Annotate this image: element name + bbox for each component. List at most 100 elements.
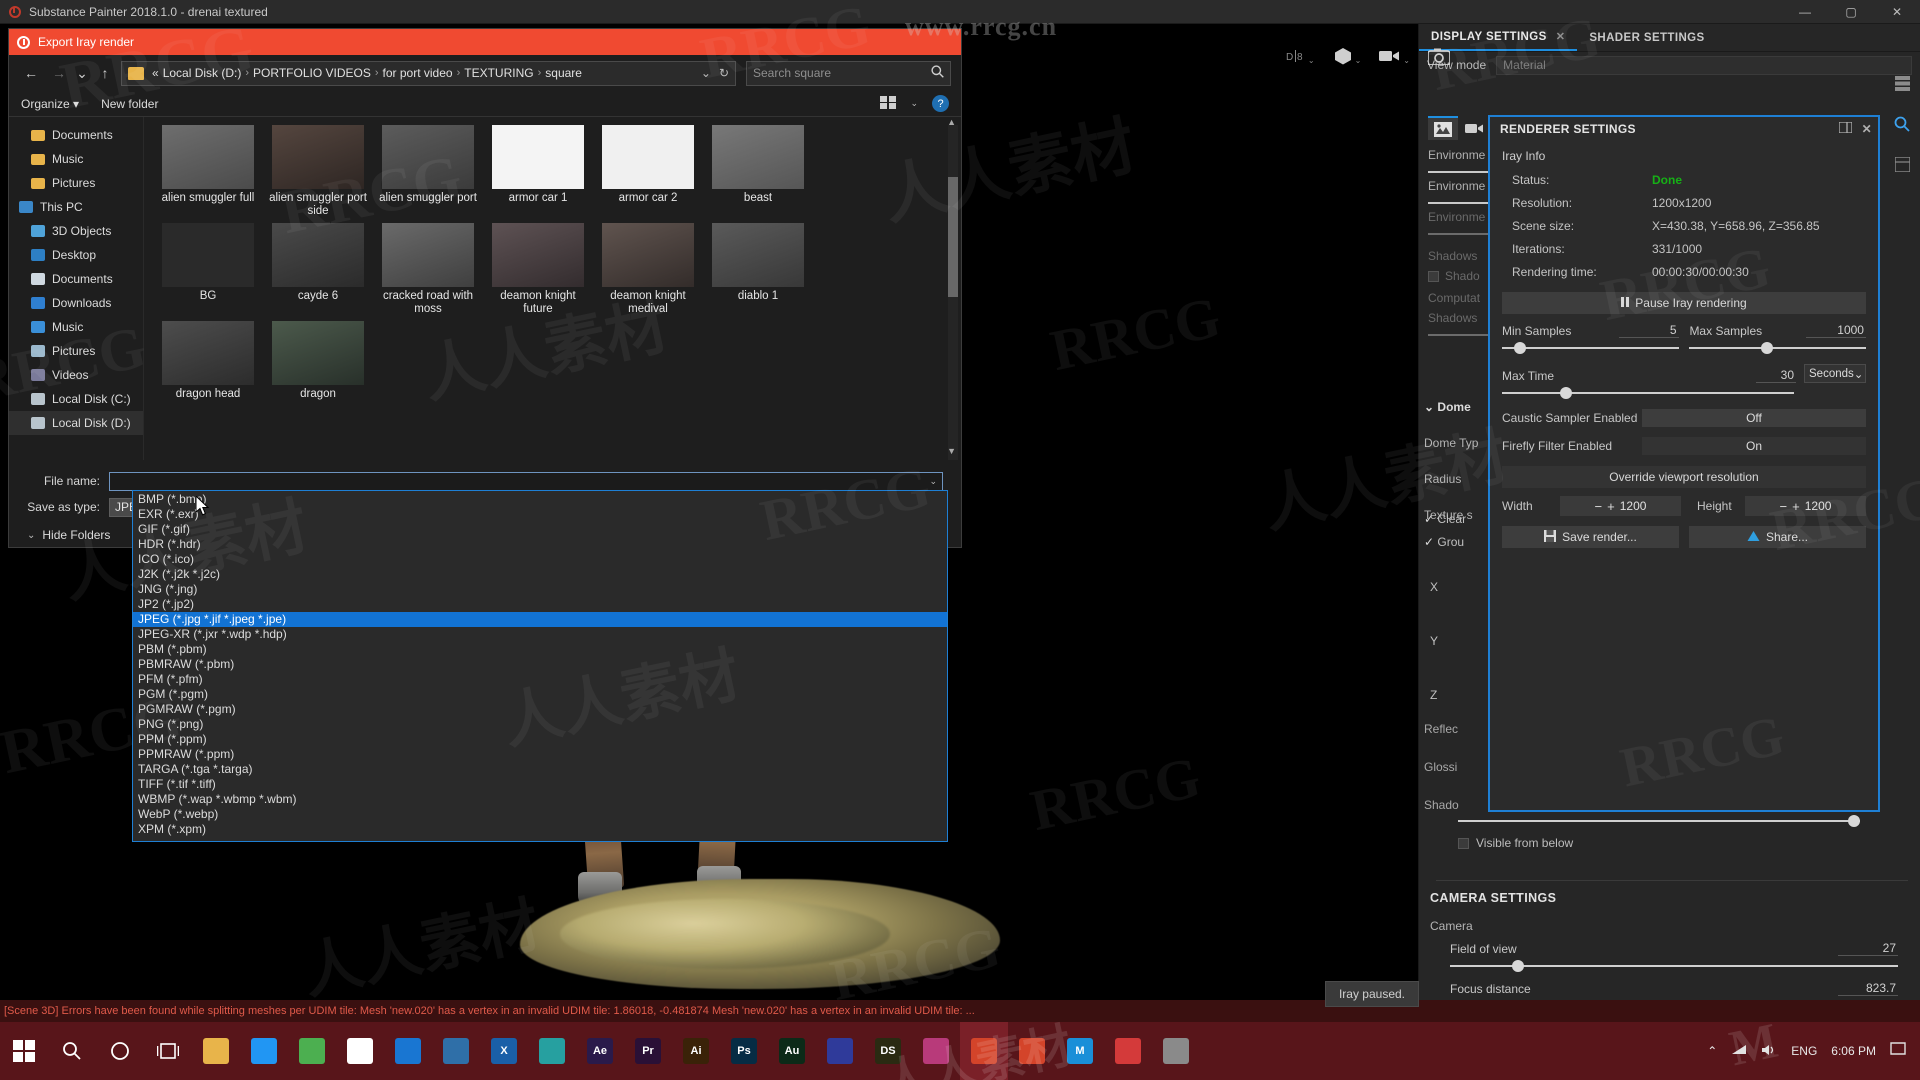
task-view-icon[interactable] — [144, 1022, 192, 1080]
language-indicator[interactable]: ENG — [1791, 1044, 1817, 1058]
camera-video-icon[interactable]: ⌄ — [1379, 49, 1410, 65]
view-layout-icon[interactable] — [880, 95, 897, 112]
layers-icon[interactable] — [1894, 76, 1910, 94]
file-type-option[interactable]: PGM (*.pgm) — [133, 687, 947, 702]
file-item[interactable]: beast — [704, 125, 812, 221]
dock-icon[interactable] — [1837, 121, 1853, 136]
camera-caret-icon[interactable]: ⌄ — [1403, 56, 1410, 65]
breadcrumb[interactable]: « Local Disk (D:) › PORTFOLIO VIDEOS › f… — [121, 60, 736, 86]
taskbar-app-designer[interactable]: DS — [864, 1022, 912, 1080]
taskbar-app-after-effects[interactable]: Ae — [576, 1022, 624, 1080]
photo-camera-icon[interactable] — [1428, 48, 1450, 65]
file-type-option[interactable]: PPM (*.ppm) — [133, 732, 947, 747]
breadcrumb-item-3[interactable]: TEXTURING — [464, 66, 533, 80]
close-icon[interactable]: ✕ — [1556, 30, 1566, 43]
file-type-option[interactable]: PPMRAW (*.ppm) — [133, 747, 947, 762]
visible-from-below-row[interactable]: Visible from below — [1458, 836, 1573, 850]
file-scrollbar-thumb[interactable] — [948, 177, 958, 297]
tree-item-local-disk-d[interactable]: Local Disk (D:) — [9, 411, 143, 435]
search-icon[interactable] — [1894, 116, 1910, 135]
slider-knob[interactable] — [1848, 815, 1860, 827]
firefly-filter-toggle[interactable]: On — [1642, 437, 1866, 455]
taskbar-app-marmoset[interactable] — [912, 1022, 960, 1080]
new-folder-button[interactable]: New folder — [101, 97, 158, 111]
tree-item-videos[interactable]: Videos — [9, 363, 143, 387]
cortana-icon[interactable] — [96, 1022, 144, 1080]
checkbox-icon[interactable] — [1458, 837, 1469, 849]
file-item[interactable]: alien smuggler port — [374, 125, 482, 221]
file-item[interactable]: deamon knight future — [484, 223, 592, 319]
tab-shader-settings[interactable]: SHADER SETTINGS — [1577, 24, 1716, 51]
file-type-option[interactable]: TARGA (*.tga *.targa) — [133, 762, 947, 777]
slider-knob[interactable] — [1514, 342, 1526, 354]
uv-caret-icon[interactable]: ⌄ — [1308, 56, 1315, 65]
file-type-option[interactable]: JP2 (*.jp2) — [133, 597, 947, 612]
tree-item-desktop[interactable]: Desktop — [9, 243, 143, 267]
breadcrumb-item-1[interactable]: PORTFOLIO VIDEOS — [253, 66, 371, 80]
search-box[interactable]: Search square — [746, 60, 951, 86]
breadcrumb-dropdown-icon[interactable]: ⌄ — [701, 66, 711, 80]
taskbar-app-app-circle[interactable] — [816, 1022, 864, 1080]
file-type-option[interactable]: JNG (*.jng) — [133, 582, 947, 597]
file-type-option[interactable]: WBMP (*.wap *.wbmp *.wbm) — [133, 792, 947, 807]
view-caret-icon[interactable]: ⌄ — [910, 98, 918, 109]
recent-locations-button[interactable]: ⌄ — [75, 61, 89, 85]
file-type-option[interactable]: EXR (*.exr) — [133, 507, 947, 522]
file-item[interactable]: cracked road with moss — [374, 223, 482, 319]
taskbar-app-file-explorer[interactable] — [192, 1022, 240, 1080]
scroll-down-icon[interactable]: ▼ — [947, 446, 956, 456]
search-icon[interactable] — [48, 1022, 96, 1080]
search-icon[interactable] — [931, 65, 944, 81]
plus-icon[interactable]: + — [1792, 499, 1800, 514]
taskbar-app-firefox[interactable] — [240, 1022, 288, 1080]
max-time-slider[interactable] — [1502, 386, 1794, 400]
file-type-option[interactable]: JPEG (*.jpg *.jif *.jpeg *.jpe) — [133, 612, 947, 627]
tray-expand-icon[interactable]: ⌃ — [1707, 1044, 1717, 1058]
file-item[interactable]: BG — [154, 223, 262, 319]
uv-toggle-icon[interactable]: D8 ⌄ — [1286, 49, 1315, 65]
file-type-option[interactable]: PFM (*.pfm) — [133, 672, 947, 687]
taskbar-app-app-circle2[interactable] — [1152, 1022, 1200, 1080]
min-samples-value[interactable]: 5 — [1618, 323, 1679, 338]
max-samples-value[interactable]: 1000 — [1805, 323, 1866, 338]
file-item[interactable]: deamon knight medival — [594, 223, 702, 319]
tree-item-local-disk-c[interactable]: Local Disk (C:) — [9, 387, 143, 411]
help-icon[interactable]: ? — [932, 95, 949, 112]
taskbar-app-illustrator[interactable]: Ai — [672, 1022, 720, 1080]
taskbar-app-app-runner[interactable] — [528, 1022, 576, 1080]
file-item[interactable]: diablo 1 — [704, 223, 812, 319]
environment-image-icon[interactable] — [1428, 116, 1458, 140]
minimize-button[interactable]: — — [1782, 0, 1828, 24]
tree-item-documents-quick[interactable]: Documents — [9, 123, 143, 147]
list-icon[interactable] — [1893, 156, 1911, 175]
tree-item-downloads[interactable]: Downloads — [9, 291, 143, 315]
taskbar-app-marvelous-designer[interactable]: M — [1056, 1022, 1104, 1080]
fov-slider[interactable] — [1450, 959, 1898, 973]
taskbar-app-app-teal[interactable] — [432, 1022, 480, 1080]
file-type-option[interactable]: TIFF (*.tif *.tiff) — [133, 777, 947, 792]
width-value[interactable]: 1200 — [1620, 499, 1647, 513]
view-mode-select[interactable]: Material — [1496, 55, 1912, 75]
organize-button[interactable]: Organize ▾ — [21, 97, 79, 111]
file-item[interactable]: armor car 2 — [594, 125, 702, 221]
file-item[interactable]: alien smuggler port side — [264, 125, 372, 221]
minus-icon[interactable]: − — [1780, 499, 1788, 514]
breadcrumb-item-4[interactable]: square — [545, 66, 582, 80]
file-type-option[interactable]: PNG (*.png) — [133, 717, 947, 732]
network-icon[interactable] — [1731, 1043, 1747, 1060]
file-item[interactable]: armor car 1 — [484, 125, 592, 221]
file-type-option[interactable]: XPM (*.xpm) — [133, 822, 947, 837]
file-grid-area[interactable]: alien smuggler full alien smuggler port … — [144, 117, 961, 460]
up-button[interactable]: ↑ — [93, 61, 117, 85]
notification-icon[interactable] — [1890, 1042, 1906, 1060]
clear-check-row[interactable]: ✓ Clear — [1424, 512, 1466, 526]
override-viewport-resolution-button[interactable]: Override viewport resolution — [1502, 466, 1866, 488]
pause-iray-button[interactable]: Pause Iray rendering — [1502, 292, 1866, 314]
tree-item-this-pc[interactable]: This PC — [9, 195, 143, 219]
file-type-option[interactable]: HDR (*.hdr) — [133, 537, 947, 552]
file-item[interactable]: dragon head — [154, 321, 262, 417]
file-type-option[interactable]: JPEG-XR (*.jxr *.wdp *.hdp) — [133, 627, 947, 642]
tree-item-music-quick[interactable]: Music — [9, 147, 143, 171]
shadow-intensity-slider[interactable] — [1458, 814, 1860, 828]
refresh-icon[interactable]: ↻ — [719, 66, 729, 80]
